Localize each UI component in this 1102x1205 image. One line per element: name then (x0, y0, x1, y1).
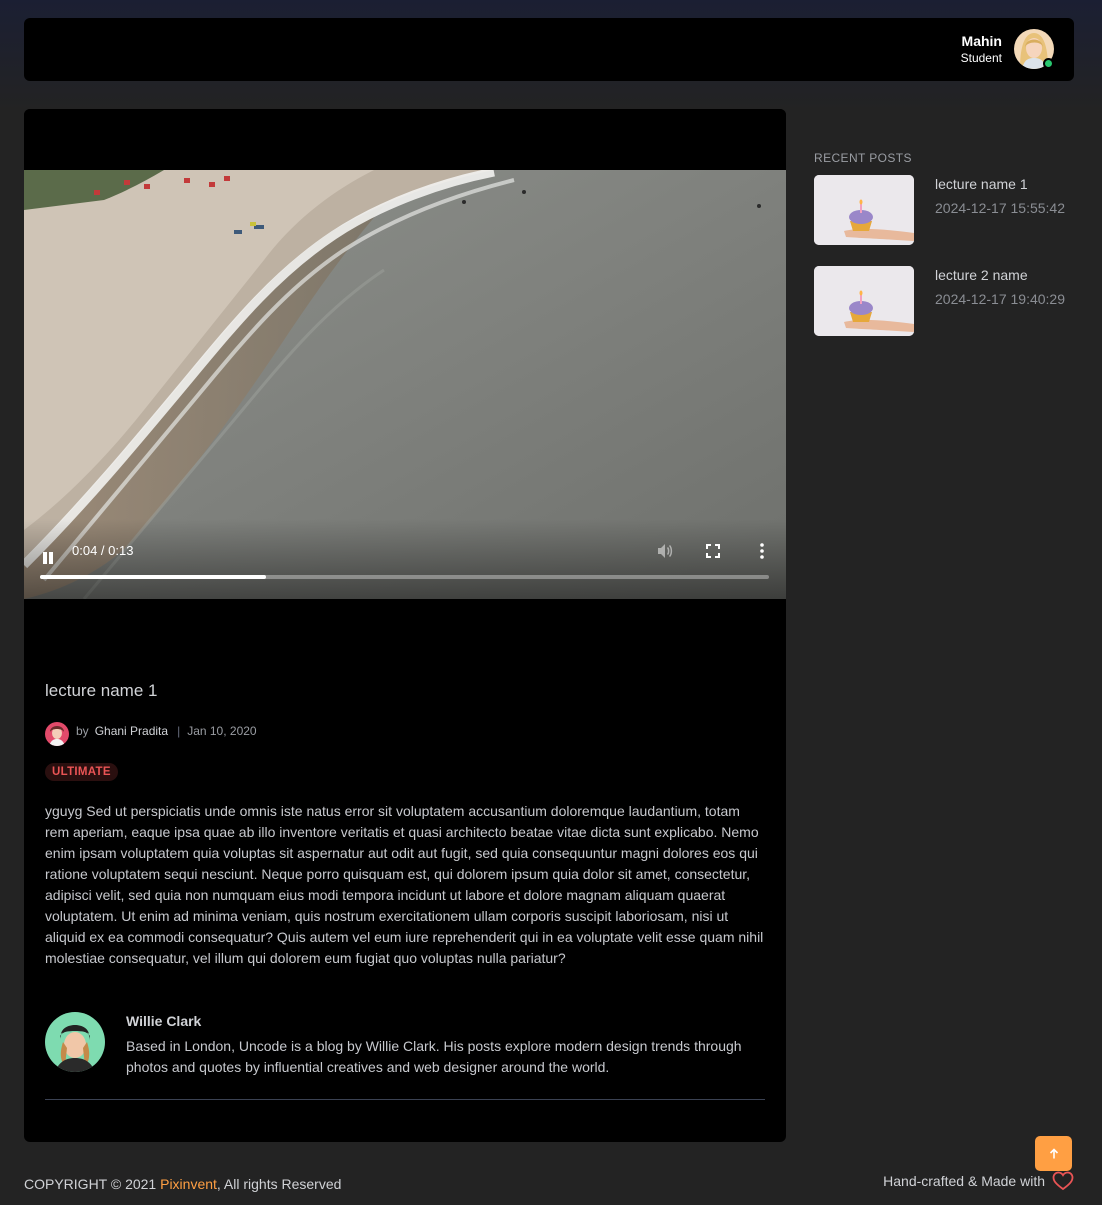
recent-posts-title: RECENT POSTS (814, 151, 912, 165)
copyright-suffix: , All rights Reserved (216, 1176, 342, 1192)
divider (45, 1099, 765, 1100)
video-player[interactable]: 0:04 / 0:13 (24, 109, 786, 599)
post-meta: by Ghani Pradita | Jan 10, 2020 (76, 724, 257, 738)
recent-post-item[interactable]: lecture name 1 2024-12-17 15:55:42 (814, 175, 1074, 245)
recent-post-date: 2024-12-17 15:55:42 (935, 200, 1065, 216)
author-avatar (45, 722, 69, 746)
footer-copyright: COPYRIGHT © 2021 Pixinvent, All rights R… (24, 1176, 341, 1192)
recent-post-thumbnail[interactable] (814, 266, 914, 336)
post-date: Jan 10, 2020 (187, 724, 257, 738)
category-badge[interactable]: ULTIMATE (45, 763, 118, 781)
video-time-display: 0:04 / 0:13 (72, 543, 134, 558)
online-status-indicator (1043, 58, 1054, 69)
user-name[interactable]: Mahin (961, 33, 1002, 50)
recent-post-item[interactable]: lecture 2 name 2024-12-17 19:40:29 (814, 266, 1074, 336)
fullscreen-icon[interactable] (705, 543, 721, 559)
author-name[interactable]: Ghani Pradita (95, 724, 168, 738)
video-progress-bar[interactable] (40, 575, 769, 579)
more-vertical-icon[interactable] (758, 542, 766, 560)
volume-icon[interactable] (656, 542, 674, 560)
bio-text: Based in London, Uncode is a blog by Wil… (126, 1038, 742, 1075)
recent-post-date: 2024-12-17 19:40:29 (935, 291, 1065, 307)
footer-made-with: Hand-crafted & Made with (883, 1173, 1045, 1189)
top-navbar: Mahin Student (24, 18, 1074, 81)
pause-icon[interactable] (42, 551, 54, 565)
video-progress-fill (40, 575, 266, 579)
bio-avatar (45, 1012, 105, 1072)
post-detail-card: 0:04 / 0:13 lecture name 1 by Ghani Pradi… (24, 109, 786, 1142)
post-body: yguyg Sed ut perspiciatis unde omnis ist… (45, 803, 764, 966)
copyright-prefix: COPYRIGHT © 2021 (24, 1176, 161, 1192)
by-label: by (76, 724, 89, 738)
brand-link[interactable]: Pixinvent (160, 1176, 217, 1192)
scroll-to-top-button[interactable] (1035, 1136, 1072, 1171)
user-info[interactable]: Mahin Student (961, 33, 1002, 66)
arrow-up-icon (1049, 1147, 1058, 1158)
user-role: Student (960, 51, 1002, 65)
bio-name: Willie Clark (126, 1013, 202, 1029)
recent-post-name[interactable]: lecture 2 name (935, 267, 1028, 283)
recent-post-name[interactable]: lecture name 1 (935, 176, 1028, 192)
post-title: lecture name 1 (45, 681, 158, 700)
recent-post-thumbnail[interactable] (814, 175, 914, 245)
meta-separator: | (177, 724, 181, 738)
heart-icon (1052, 1171, 1074, 1191)
